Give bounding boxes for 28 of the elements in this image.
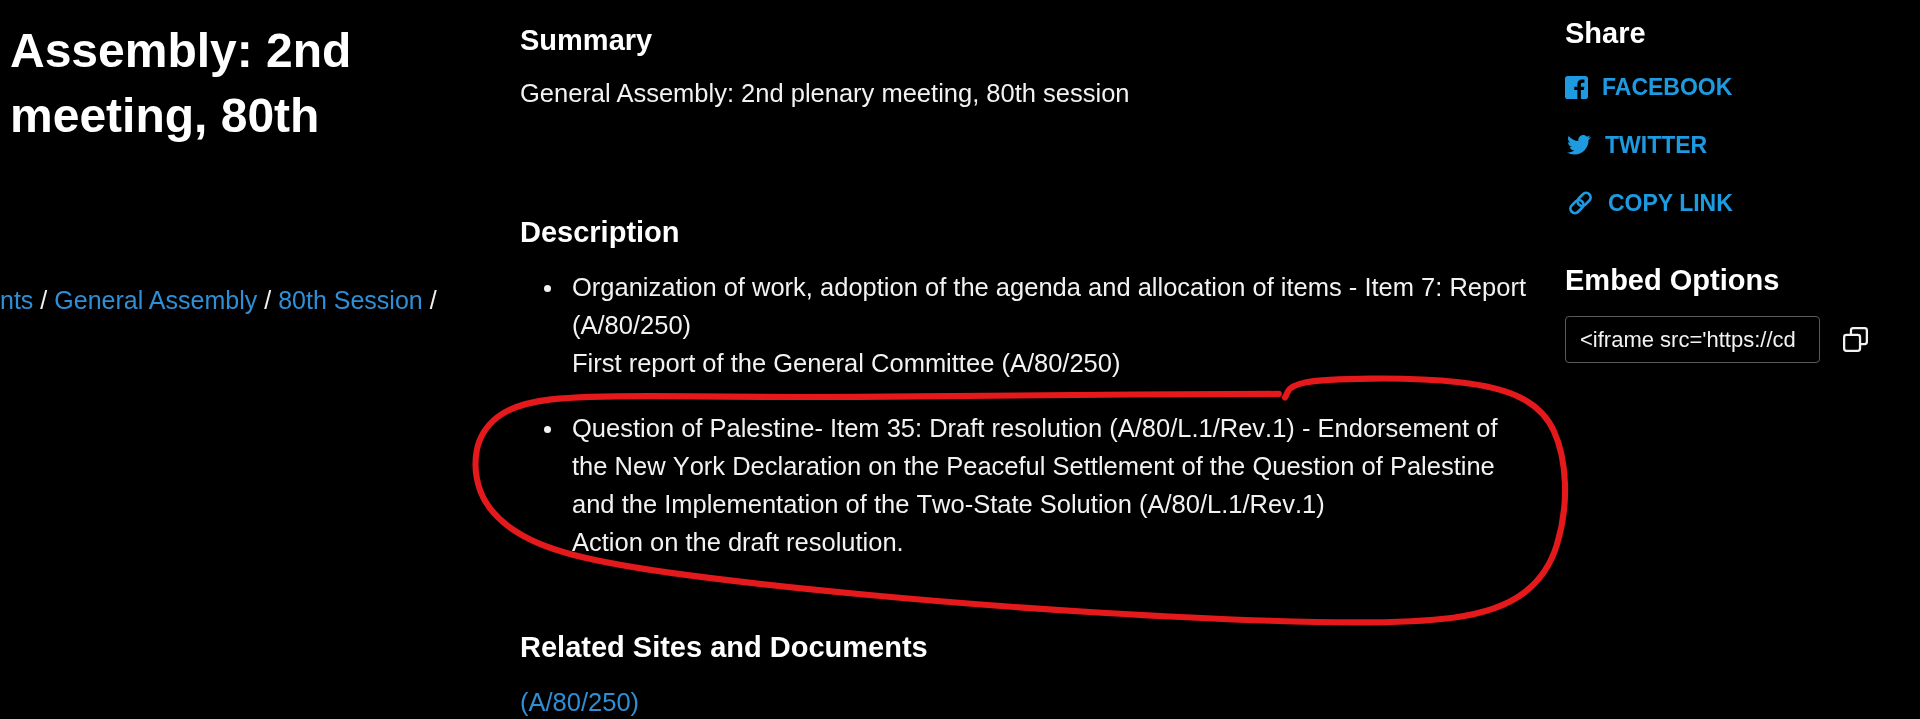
section-heading: Related Sites and Documents — [520, 630, 929, 665]
agenda-item-note: First report of the General Committee (A/80/250) — [572, 348, 1122, 379]
bullet-icon — [544, 426, 551, 433]
summary-text: General Assembly: 2nd plenary meeting, 80th session — [520, 78, 1131, 109]
document-link[interactable]: (A/80/250) — [520, 688, 640, 716]
breadcrumb-separator: / — [429, 285, 437, 316]
section-heading: Description — [520, 215, 681, 250]
breadcrumb-link[interactable]: nts — [0, 281, 34, 319]
agenda-item-title: Question of Palestine- Item 35: Draft resolution (A/80/L.1/Rev.1) - Endorsement of the New York Declaration on the Peaceful Settlement of the Question of Palestine and the Implementation of the Two-State Solution (A/80/L.1/Rev.1) — [572, 413, 1499, 520]
bullet-icon — [544, 285, 551, 292]
link-icon — [1567, 190, 1594, 216]
page-title: Assembly: 2nd meeting, 80th — [9, 23, 353, 144]
breadcrumb-separator: / — [40, 285, 48, 316]
section-heading: Summary — [520, 23, 654, 58]
section-heading: Share — [1565, 16, 1647, 51]
copy-icon[interactable] — [1843, 327, 1868, 352]
breadcrumb-link[interactable]: 80th Session — [278, 281, 423, 319]
twitter-icon — [1567, 135, 1591, 155]
twitter-link[interactable]: TWITTER — [1565, 126, 1708, 164]
facebook-link[interactable]: FACEBOOK — [1565, 68, 1733, 106]
agenda-item-title: Organization of work, adoption of the agenda and allocation of items - Item 7: Report (A/80/250) — [572, 272, 1527, 341]
breadcrumb-link[interactable]: General Assembly — [54, 281, 258, 319]
facebook-icon — [1565, 75, 1588, 99]
copy-link-button[interactable]: COPY LINK — [1565, 184, 1733, 222]
embed-code-field[interactable]: <iframe src='https://cd — [1565, 316, 1820, 363]
agenda-item-note: Action on the draft resolution. — [572, 527, 905, 558]
section-heading: Embed Options — [1565, 263, 1781, 298]
breadcrumb-separator: / — [264, 285, 272, 316]
